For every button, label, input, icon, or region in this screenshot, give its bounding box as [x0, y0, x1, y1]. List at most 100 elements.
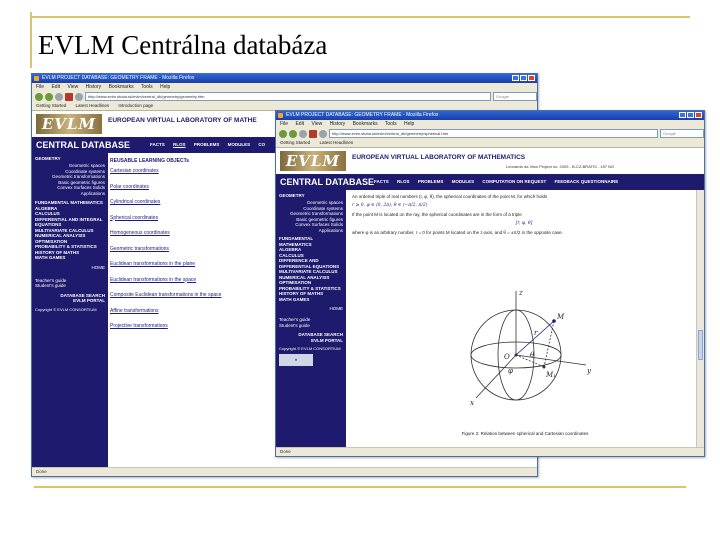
- rlo-link[interactable]: Cylindrical coordinates: [110, 199, 280, 215]
- sidebar-item[interactable]: MATH GAMES: [276, 297, 346, 303]
- banner-title: EUROPEAN VIRTUAL LABORATORY OF MATHE: [108, 117, 257, 124]
- vertical-scrollbar[interactable]: [696, 190, 704, 448]
- maximize-button[interactable]: [520, 75, 527, 81]
- sidebar-item[interactable]: FUNDAMENTAL MATHEMATICS: [276, 236, 346, 247]
- forward-icon[interactable]: [45, 92, 53, 101]
- reload-icon[interactable]: [299, 129, 307, 138]
- rlo-link[interactable]: Composite Euclidean transformations in t…: [110, 292, 280, 308]
- minimize-button[interactable]: [512, 75, 519, 81]
- search-input[interactable]: Google: [493, 92, 537, 101]
- evlm-logo[interactable]: EVLM: [36, 114, 102, 134]
- sidebar-item[interactable]: FUNDAMENTAL MATHEMATICS: [32, 200, 108, 206]
- window-titlebar[interactable]: EVLM PROJECT DATABASE: GEOMETRY FRAME - …: [32, 74, 537, 83]
- rlo-link[interactable]: Euclidean transformations in the plane: [110, 261, 280, 277]
- rlo-link[interactable]: Polar coordinates: [110, 184, 280, 200]
- menu-history[interactable]: History: [86, 84, 102, 90]
- rlo-link[interactable]: Projective transformations: [110, 323, 280, 339]
- close-button[interactable]: [528, 75, 535, 81]
- menu-tools[interactable]: Tools: [141, 84, 153, 90]
- search-input[interactable]: Google: [660, 129, 704, 138]
- menu-history[interactable]: History: [330, 121, 346, 127]
- nav-modules[interactable]: MODULES: [228, 142, 251, 147]
- sidebar-item[interactable]: MATH GAMES: [32, 255, 108, 261]
- navigation-toolbar: http://www.evlm.stuba.sk/evlm/central_db…: [32, 91, 537, 102]
- bookmarks-toolbar: Getting Started Latest Headlines: [276, 139, 704, 148]
- formula-triple: [r, φ, θ]: [515, 221, 533, 226]
- bookmark-latest-headlines[interactable]: Latest Headlines: [76, 103, 110, 108]
- copyright: Copyright © EVLM CONSORTIUM: [35, 306, 97, 312]
- banner-title: EUROPEAN VIRTUAL LABORATORY OF MATHEMATI…: [352, 154, 526, 161]
- nav-rlos[interactable]: RLOS: [397, 179, 410, 184]
- evlm-portal-link[interactable]: EVLM PORTAL: [32, 298, 108, 304]
- menu-edit[interactable]: Edit: [295, 121, 304, 127]
- menu-view[interactable]: View: [67, 84, 78, 90]
- back-icon[interactable]: [279, 129, 287, 138]
- evlm-portal-link[interactable]: EVLM PORTAL: [276, 338, 346, 344]
- rlo-link[interactable]: Euclidean transformations in the space: [110, 277, 280, 293]
- menu-bookmarks[interactable]: Bookmarks: [353, 121, 378, 127]
- rlo-link[interactable]: Homogeneous coordinates: [110, 230, 280, 246]
- firefox-icon: [278, 113, 283, 118]
- menu-view[interactable]: View: [311, 121, 322, 127]
- sidebar-item[interactable]: DIFFERENCE AND DIFFERENTIAL EQUATIONS: [276, 258, 346, 269]
- home-icon[interactable]: [75, 92, 83, 101]
- rlo-link[interactable]: Geometric transformations: [110, 246, 280, 262]
- reload-icon[interactable]: [55, 92, 63, 101]
- bookmark-getting-started[interactable]: Getting Started: [280, 140, 310, 145]
- sponsor-logo[interactable]: ♦: [279, 354, 313, 366]
- menu-tools[interactable]: Tools: [385, 121, 397, 127]
- label-m1: M₁: [545, 371, 556, 379]
- home-icon[interactable]: [319, 129, 327, 138]
- address-bar[interactable]: http://www.evlm.stuba.sk/evlm/central_db…: [329, 129, 658, 138]
- minimize-button[interactable]: [679, 112, 686, 118]
- window-controls[interactable]: [679, 112, 702, 118]
- nav-facts[interactable]: FACTS: [150, 142, 165, 147]
- menu-help[interactable]: Help: [160, 84, 170, 90]
- bookmark-introduction[interactable]: Introduction page: [118, 103, 153, 108]
- nav-problems[interactable]: PROBLEMS: [194, 142, 220, 147]
- menu-file[interactable]: File: [280, 121, 288, 127]
- stop-icon[interactable]: [309, 129, 317, 138]
- maximize-button[interactable]: [687, 112, 694, 118]
- close-button[interactable]: [695, 112, 702, 118]
- stop-icon[interactable]: [65, 92, 73, 101]
- menu-file[interactable]: File: [36, 84, 44, 90]
- rlo-link[interactable]: Affine transformations: [110, 308, 280, 324]
- window-controls[interactable]: [512, 75, 535, 81]
- nav-computation[interactable]: COMPUTATION ON REQUEST: [482, 179, 546, 184]
- radius-vector: [515, 320, 555, 356]
- sidebar-item[interactable]: PROBABILITY & STATISTICS: [32, 244, 108, 250]
- nav-feedback[interactable]: FEEDBACK QUESTIONNAIRE: [554, 179, 618, 184]
- status-bar: Done: [276, 447, 704, 456]
- evlm-logo[interactable]: EVLM: [280, 151, 346, 171]
- scrollbar-thumb[interactable]: [698, 330, 703, 360]
- sidebar-item[interactable]: MULTIVARIATE CALCULUS: [276, 269, 346, 275]
- sidebar-section-geometry[interactable]: GEOMETRY: [279, 193, 346, 198]
- students-guide-link[interactable]: Student's guide: [276, 323, 346, 329]
- formula-conditions: r ≥ 0, φ ∈ ⟨0, 2π), θ ∈ ⟨−π/2, π/2⟩: [352, 203, 428, 208]
- rlo-link[interactable]: Spherical coordinates: [110, 215, 280, 231]
- nav-modules[interactable]: MODULES: [452, 179, 475, 184]
- label-phi: φ: [508, 367, 513, 375]
- address-bar[interactable]: http://www.evlm.stuba.sk/evlm/central_db…: [85, 92, 491, 101]
- back-icon[interactable]: [35, 92, 43, 101]
- students-guide-link[interactable]: Student's guide: [32, 283, 108, 289]
- window-titlebar[interactable]: EVLM PROJECT DATABASE: GEOMETRY FRAME - …: [276, 111, 704, 120]
- browser-window-spherical[interactable]: EVLM PROJECT DATABASE: GEOMETRY FRAME - …: [275, 110, 705, 457]
- nav-co[interactable]: CO: [258, 142, 265, 147]
- menu-bar: File Edit View History Bookmarks Tools H…: [32, 83, 537, 91]
- nav-problems[interactable]: PROBLEMS: [418, 179, 444, 184]
- menu-edit[interactable]: Edit: [51, 84, 60, 90]
- menu-bookmarks[interactable]: Bookmarks: [109, 84, 134, 90]
- menu-help[interactable]: Help: [404, 121, 414, 127]
- label-y: y: [586, 367, 592, 375]
- nav-rlos[interactable]: RLOS: [173, 142, 186, 147]
- central-database-title: CENTRAL DATABASE: [280, 177, 374, 187]
- forward-icon[interactable]: [289, 129, 297, 138]
- rlo-link[interactable]: Cartesian coordinates: [110, 168, 280, 184]
- bookmark-latest-headlines[interactable]: Latest Headlines: [320, 140, 354, 145]
- bookmark-getting-started[interactable]: Getting Started: [36, 103, 66, 108]
- sidebar-section-geometry[interactable]: GEOMETRY: [35, 156, 108, 161]
- nav-facts[interactable]: FACTS: [374, 179, 389, 184]
- sidebar-item[interactable]: DIFFERENTIAL AND INTEGRAL EQUATIONS: [32, 217, 108, 228]
